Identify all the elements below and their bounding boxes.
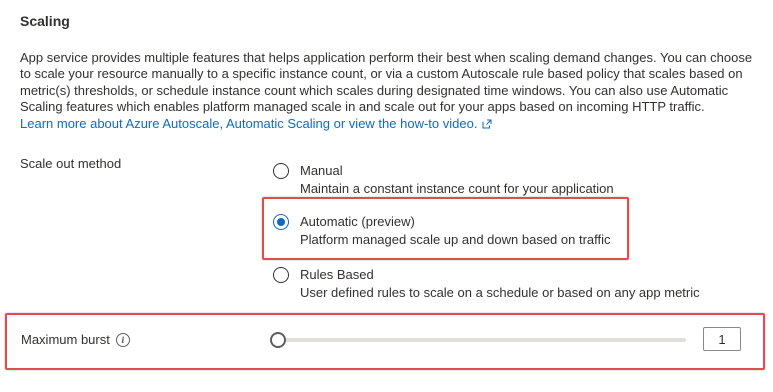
description-text: App service provides multiple features t… — [20, 50, 753, 115]
radio-option-rules-based[interactable]: Rules Based User defined rules to scale … — [273, 266, 700, 302]
radio-text-automatic: Automatic (preview) Platform managed sca… — [300, 213, 611, 249]
radio-button-rules-based[interactable] — [273, 267, 289, 283]
radio-desc-rules-based: User defined rules to scale on a schedul… — [300, 285, 700, 300]
max-burst-slider-thumb[interactable] — [270, 332, 286, 348]
learn-more-link[interactable]: Learn more about Azure Autoscale, Automa… — [20, 116, 765, 132]
max-burst-input[interactable] — [703, 327, 741, 351]
radio-option-manual[interactable]: Manual Maintain a constant instance coun… — [273, 162, 614, 198]
info-icon[interactable]: i — [115, 332, 130, 347]
external-link-icon — [482, 119, 492, 129]
learn-more-link-text: Learn more about Azure Autoscale, Automa… — [20, 115, 478, 131]
max-burst-label-text: Maximum burst — [21, 332, 110, 347]
scaling-description: App service provides multiple features t… — [20, 50, 765, 132]
max-burst-label: Maximum burst i — [21, 332, 130, 347]
radio-button-manual[interactable] — [273, 163, 289, 179]
radio-title-automatic: Automatic (preview) — [300, 214, 415, 229]
radio-title-manual: Manual — [300, 163, 343, 178]
radio-desc-automatic: Platform managed scale up and down based… — [300, 232, 611, 247]
section-title: Scaling — [20, 13, 70, 29]
radio-title-rules-based: Rules Based — [300, 267, 374, 282]
radio-text-rules-based: Rules Based User defined rules to scale … — [300, 266, 700, 302]
radio-desc-manual: Maintain a constant instance count for y… — [300, 181, 614, 196]
max-burst-slider[interactable] — [270, 332, 686, 348]
radio-text-manual: Manual Maintain a constant instance coun… — [300, 162, 614, 198]
radio-button-automatic[interactable] — [273, 214, 289, 230]
scale-out-method-label: Scale out method — [20, 156, 122, 171]
radio-option-automatic[interactable]: Automatic (preview) Platform managed sca… — [273, 213, 611, 249]
